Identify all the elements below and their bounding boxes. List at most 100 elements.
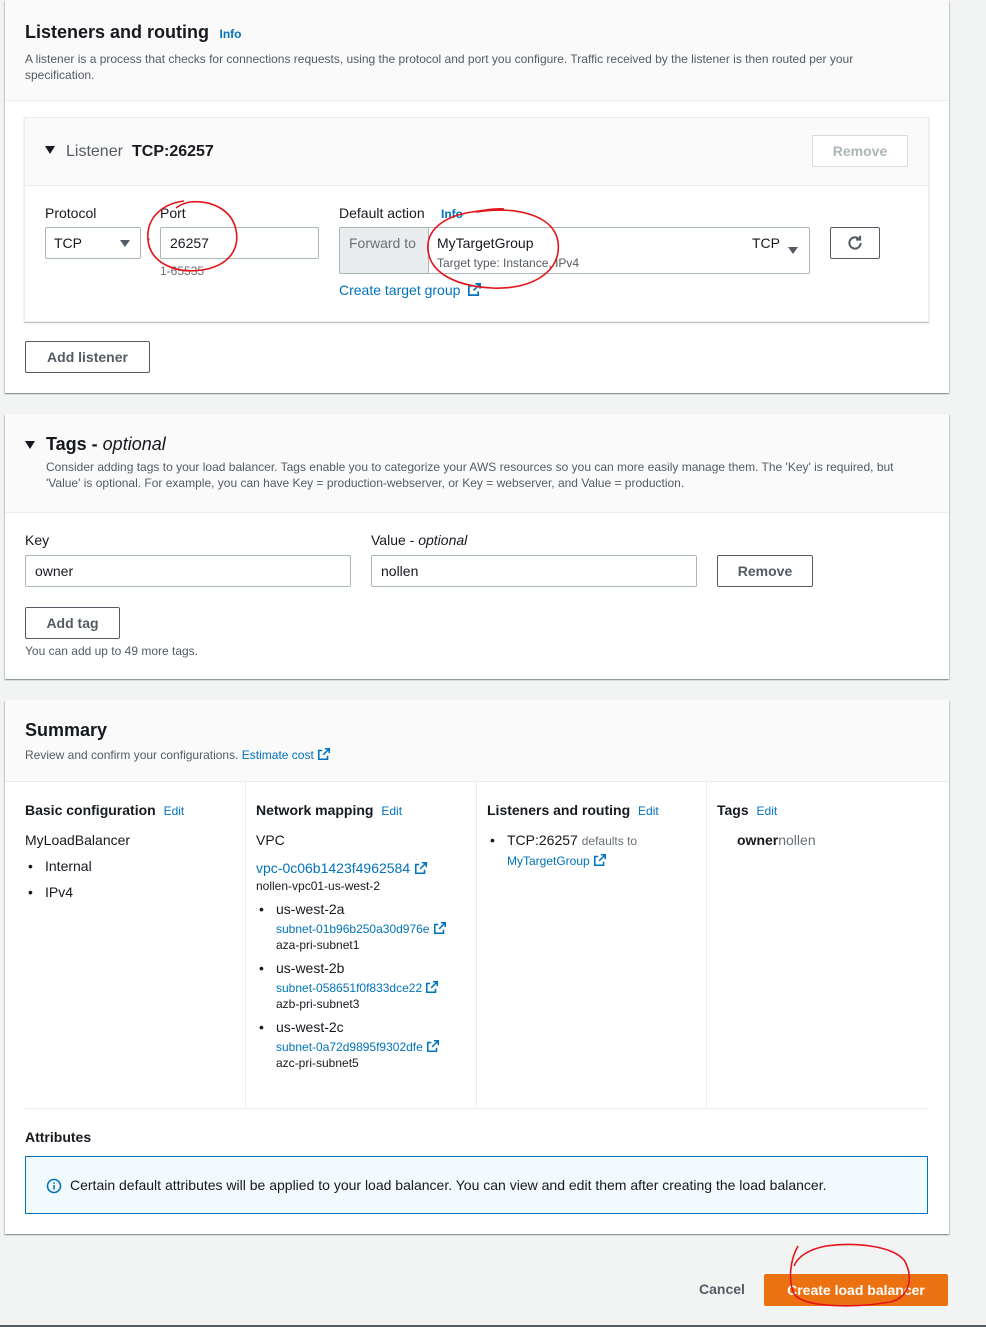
tags-panel-header: Tags - optional Consider adding tags to …	[5, 414, 949, 513]
tags-expand-caret[interactable]	[25, 441, 35, 449]
tag-value-label-optional: optional	[418, 532, 468, 548]
listener-remove-button[interactable]: Remove	[812, 135, 908, 167]
attributes-info-text: Certain default attributes will be appli…	[70, 1177, 827, 1193]
az-item: us-west-2a subnet-01b96b250a30d976e aza-…	[259, 901, 471, 952]
az-item: us-west-2b subnet-058651f0f833dce22 azb-…	[259, 960, 471, 1011]
summary-description: Review and confirm your configurations.	[25, 748, 239, 762]
az-name: us-west-2c	[259, 1019, 471, 1035]
target-group-type: Target type: Instance, IPv4	[437, 256, 580, 270]
target-group-name: MyTargetGroup	[437, 235, 534, 251]
tag-value-input[interactable]: nollen	[371, 555, 697, 587]
summary-tags-title: Tags	[717, 802, 749, 818]
vpc-name: nollen-vpc01-us-west-2	[256, 879, 381, 893]
external-link-icon	[594, 854, 607, 867]
az-list: us-west-2a subnet-01b96b250a30d976e aza-…	[259, 901, 471, 1070]
tags-title-optional: optional	[102, 434, 166, 454]
external-link-icon	[414, 861, 428, 874]
create-target-group-link[interactable]: Create target group	[339, 282, 482, 298]
az-item: us-west-2c subnet-0a72d9895f9302dfe azc-…	[259, 1019, 471, 1070]
basic-config-heading: Basic configuration Edit	[25, 802, 235, 818]
listeners-title: Listeners and routing	[25, 22, 210, 42]
add-tag-button[interactable]: Add tag	[25, 607, 120, 639]
default-action-info-link[interactable]: Info	[441, 207, 463, 221]
summary-network-mapping: Network mapping Edit VPC vpc-0c06b1423f4…	[256, 802, 471, 1070]
chevron-down-icon	[788, 247, 798, 254]
routing-heading: Listeners and routing Edit	[487, 802, 699, 818]
tag-key-label: Key	[25, 532, 50, 548]
create-target-group-label: Create target group	[339, 282, 461, 298]
port-label: Port	[160, 205, 186, 221]
load-balancer-name: MyLoadBalancer	[25, 832, 131, 848]
network-mapping-edit-link[interactable]: Edit	[381, 804, 402, 818]
listener-label: Listener	[66, 143, 123, 160]
listeners-panel: Listeners and routing Info A listener is…	[5, 0, 949, 393]
cancel-button[interactable]: Cancel	[699, 1281, 745, 1297]
protocol-label: Protocol	[45, 205, 97, 221]
routing-listener: TCP:26257	[507, 832, 578, 848]
chevron-down-icon	[120, 240, 130, 247]
tag-key-input[interactable]: owner	[25, 555, 351, 587]
target-group-protocol: TCP	[752, 235, 780, 251]
subnet-name: azc-pri-subnet5	[276, 1056, 359, 1070]
add-listener-button[interactable]: Add listener	[25, 341, 150, 373]
info-icon	[46, 1178, 62, 1194]
subnet-link[interactable]: subnet-0a72d9895f9302dfe	[276, 1040, 471, 1054]
network-mapping-title: Network mapping	[256, 802, 374, 818]
tag-remove-button[interactable]: Remove	[717, 555, 813, 587]
summary-listeners-routing: Listeners and routing Edit TCP:26257 def…	[487, 802, 699, 868]
port-input[interactable]: 26257	[160, 227, 319, 259]
summary-tags-edit-link[interactable]: Edit	[757, 804, 778, 818]
summary-panel: Summary Review and confirm your configur…	[5, 700, 949, 1234]
vpc-id: vpc-0c06b1423f4962584	[256, 860, 411, 876]
subnet-id: subnet-0a72d9895f9302dfe	[276, 1040, 423, 1054]
subnet-id: subnet-01b96b250a30d976e	[276, 922, 430, 936]
protocol-select-value: TCP	[54, 235, 82, 251]
vpc-link[interactable]: vpc-0c06b1423f4962584	[256, 860, 471, 876]
scheme-value: Internal	[28, 858, 235, 874]
tags-description: Consider adding tags to your load balanc…	[46, 460, 894, 490]
az-name: us-west-2a	[259, 901, 471, 917]
summary-divider	[476, 782, 477, 1107]
listener-card-header: Listener TCP:26257 Remove	[25, 118, 928, 186]
routing-target-link[interactable]: MyTargetGroup	[507, 854, 699, 868]
az-name: us-west-2b	[259, 960, 471, 976]
routing-edit-link[interactable]: Edit	[638, 804, 659, 818]
target-group-select[interactable]: MyTargetGroup Target type: Instance, IPv…	[428, 227, 810, 274]
routing-target: MyTargetGroup	[507, 854, 590, 868]
default-action-label: Default action	[339, 205, 425, 221]
refresh-button[interactable]	[830, 227, 880, 259]
refresh-icon	[848, 235, 862, 250]
external-link-icon	[426, 981, 439, 994]
external-link-icon	[468, 283, 482, 297]
estimate-cost-link[interactable]: Estimate cost	[242, 748, 331, 762]
listeners-info-link[interactable]: Info	[219, 27, 241, 41]
listener-card: Listener TCP:26257 Remove Protocol TCP :…	[24, 117, 929, 322]
ip-type-value: IPv4	[28, 884, 235, 900]
vpc-label: VPC	[256, 832, 285, 848]
create-load-balancer-button[interactable]: Create load balancer	[764, 1274, 948, 1306]
summary-title: Summary	[25, 720, 108, 740]
tags-title: Tags -	[46, 434, 103, 454]
port-separator: :	[147, 233, 151, 249]
listener-expand-caret[interactable]	[45, 146, 55, 154]
summary-divider	[245, 782, 246, 1107]
routing-listener-item: TCP:26257 defaults to	[490, 832, 699, 848]
subnet-name: aza-pri-subnet1	[276, 938, 360, 952]
subnet-link[interactable]: subnet-058651f0f833dce22	[276, 981, 471, 995]
port-hint: 1-65535	[160, 264, 205, 278]
summary-tags-heading: Tags Edit	[717, 802, 927, 818]
forward-to-addon: Forward to	[339, 227, 429, 274]
summary-basic-config: Basic configuration Edit MyLoadBalancer …	[25, 802, 235, 900]
subnet-link[interactable]: subnet-01b96b250a30d976e	[276, 922, 471, 936]
summary-tag-row: ownernollen	[737, 832, 927, 848]
attributes-info-alert: Certain default attributes will be appli…	[25, 1156, 928, 1214]
basic-config-title: Basic configuration	[25, 802, 156, 818]
tag-value-label: Value - optional	[371, 532, 467, 548]
external-link-icon	[318, 748, 331, 761]
tags-hint: You can add up to 49 more tags.	[25, 644, 199, 658]
basic-config-edit-link[interactable]: Edit	[164, 804, 185, 818]
tags-panel: Tags - optional Consider adding tags to …	[5, 414, 949, 679]
tag-value-label-text: Value -	[371, 532, 419, 548]
protocol-select[interactable]: TCP	[45, 227, 141, 259]
attributes-divider	[25, 1108, 928, 1109]
